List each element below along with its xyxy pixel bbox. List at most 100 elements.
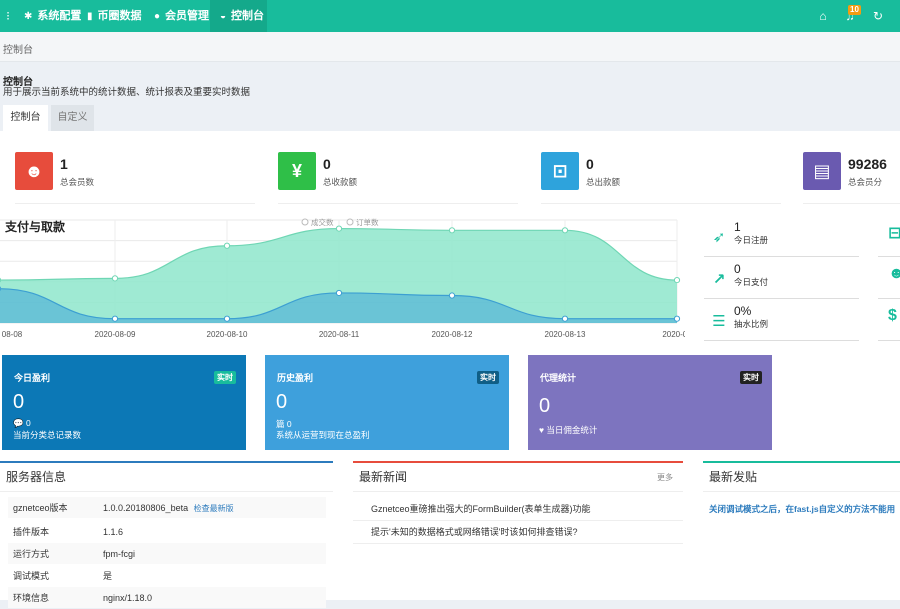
server-row: 环境信息 nginx/1.18.0 (8, 586, 326, 608)
home-icon[interactable]: ⌂ (813, 0, 833, 32)
data-point (448, 227, 456, 234)
card-title: 历史盈利 (277, 373, 314, 383)
page-description: 用于展示当前系统中的统计数据、统计报表及重要实时数据 (3, 87, 251, 98)
rocket-icon: ➶ (712, 229, 726, 246)
nav-item-console[interactable]: ◒ 控制台 (210, 0, 267, 32)
legend-label: 成交数 (311, 217, 334, 227)
card-line1: 💬 0 (13, 418, 31, 428)
stat-label: 总出款额 (586, 177, 621, 187)
data-point (111, 315, 119, 322)
stat-total-points: ▤ 99286 总会员分 (803, 152, 900, 204)
notification-badge: 10 (848, 5, 861, 15)
data-point (673, 315, 681, 322)
check-update-link[interactable]: 检查最新版 (194, 504, 234, 513)
page-header: 控制台 用于展示当前系统中的统计数据、统计报表及重要实时数据 控制台 自定义 (0, 62, 900, 131)
legend-marker (301, 218, 309, 226)
card-agent-stats: 代理统计 实时 0 ♥ 当日佣金统计 (528, 355, 772, 450)
data-point (448, 292, 456, 299)
tab-console[interactable]: 控制台 (3, 105, 48, 131)
card-line2: 当前分类总记录数 (13, 430, 82, 440)
server-row: gznetceo版本 1.0.0.20180806_beta 检查最新版 (8, 496, 326, 518)
shopping-bag-icon: ⊡ (541, 152, 579, 190)
side-stat-label: 抽水比例 (734, 319, 769, 329)
side-stat-value: 0% (734, 304, 752, 318)
data-point (335, 225, 343, 232)
panel-latest-posts: 最新发贴 关闭调试模式之后，在fast.js自定义的方法不能用 (703, 461, 900, 600)
news-item[interactable]: Gznetceo重磅推出强大的FormBuilder(表单生成器)功能 (353, 498, 683, 521)
x-tick-label: 2020-08-13 (545, 330, 586, 339)
side-stat-label: 今日注册 (734, 235, 769, 245)
data-point (561, 227, 569, 234)
card-line2: 系统从运营到现在总盈利 (276, 430, 370, 440)
x-tick-label: 2020-08-09 (95, 330, 136, 339)
data-point (223, 315, 231, 322)
side-stat-today-payment: ↗ 0 今日支付 (704, 257, 859, 299)
data-point (673, 276, 681, 284)
stat-value: 0 (586, 156, 594, 172)
card-line1: ♥ 当日佣金统计 (539, 425, 598, 435)
realtime-badge: 实时 (214, 371, 236, 384)
data-point (111, 275, 119, 282)
server-row: 调试模式是 (8, 564, 326, 586)
nav-item-members[interactable]: ● 会员管理 (148, 0, 215, 32)
chart-title: 支付与取款 (5, 220, 66, 234)
breadcrumb-bar: 控制台 (0, 32, 900, 62)
server-row: 运行方式 fpm-fcgi (8, 542, 326, 564)
dollar-icon: $ (878, 299, 900, 341)
gear-icon: ✱ (24, 11, 33, 22)
card-title: 今日盈利 (14, 373, 51, 383)
stat-total-paid-out: ⊡ 0 总出款额 (541, 152, 781, 204)
breadcrumb[interactable]: 控制台 (3, 41, 33, 56)
nav-item-system[interactable]: ✱ 系统配置 (20, 0, 85, 32)
x-tick-label: 2020-08-10 (207, 330, 248, 339)
stat-total-members: ☻ 1 总会员数 (15, 152, 255, 204)
realtime-badge: 实时 (477, 371, 499, 384)
stat-label: 总会员数 (60, 177, 95, 187)
card-history-profit: 历史盈利 实时 0 篇 0 系统从运营到现在总盈利 (265, 355, 509, 450)
panel-title: 服务器信息 (0, 463, 333, 492)
comment-icon: 💬 (13, 418, 24, 428)
list-icon: ☰ (712, 313, 726, 330)
side-stat-value: 1 (734, 220, 741, 234)
stat-value: 1 (60, 156, 68, 172)
x-tick-label: 2020-08-12 (432, 330, 473, 339)
side-stat-commission-rate: ☰ 0% 抽水比例 (704, 299, 859, 341)
news-item[interactable]: 提示'未知的数据格式或网络错误'时该如何排查错误? (353, 521, 683, 544)
card-value: 0 (13, 391, 25, 413)
legend-marker (346, 218, 354, 226)
users-icon: ☻ (878, 257, 900, 299)
users-icon: ☻ (15, 152, 53, 190)
stat-value: 0 (323, 156, 331, 172)
panel-latest-news: 最新新闻 更多 Gznetceo重磅推出强大的FormBuilder(表单生成器… (353, 461, 683, 600)
post-item[interactable]: 关闭调试模式之后，在fast.js自定义的方法不能用 (709, 503, 895, 515)
side-stat-label: 今日支付 (734, 277, 769, 287)
menu-icon[interactable]: ⁝ (0, 0, 16, 32)
bar-chart-icon: ▮ (87, 11, 93, 22)
more-link[interactable]: 更多 (657, 463, 673, 492)
stat-label: 总会员分 (848, 177, 883, 187)
side-stat-today-register: ➶ 1 今日注册 (704, 215, 859, 257)
user-icon: ● (154, 11, 161, 22)
x-tick-label: 2020-08-11 (319, 330, 360, 339)
chart-container: 08-08 2020-08-09 2020-08-10 2020-08-11 2020-… (0, 215, 692, 345)
data-point (561, 315, 569, 322)
area-chart: 08-08 2020-08-09 2020-08-10 2020-08-11 2020-… (0, 217, 692, 339)
refresh-icon[interactable]: ↻ (868, 0, 888, 32)
cart-icon: ⊟ (878, 215, 900, 257)
panel-header: 最新新闻 更多 (353, 463, 683, 492)
data-point (223, 242, 231, 249)
legend-label: 订单数 (356, 217, 379, 227)
top-navbar: ⁝ ✱ 系统配置 ▮ 币圈数据 ● 会员管理 ◒ 控制台 ⌂ ♫ 10 ↻ (0, 0, 900, 32)
panel-title: 最新新闻 (359, 470, 408, 484)
x-tick-label: 2020-08 (662, 330, 685, 339)
nav-item-coin-data[interactable]: ▮ 币圈数据 (82, 0, 147, 32)
realtime-badge: 实时 (740, 371, 762, 384)
dashboard-icon: ◒ (220, 11, 227, 22)
book-icon: ▤ (803, 152, 841, 190)
card-title: 代理统计 (540, 373, 577, 383)
main-content: ☻ 1 总会员数 ¥ 0 总收款额 ⊡ 0 总出款额 ▤ 99286 总会员分 … (0, 131, 900, 608)
server-row: 插件版本 1.1.6 (8, 520, 326, 542)
tab-custom[interactable]: 自定义 (51, 105, 94, 131)
stat-label: 总收款额 (323, 177, 358, 187)
heart-icon: ♥ (539, 425, 545, 435)
